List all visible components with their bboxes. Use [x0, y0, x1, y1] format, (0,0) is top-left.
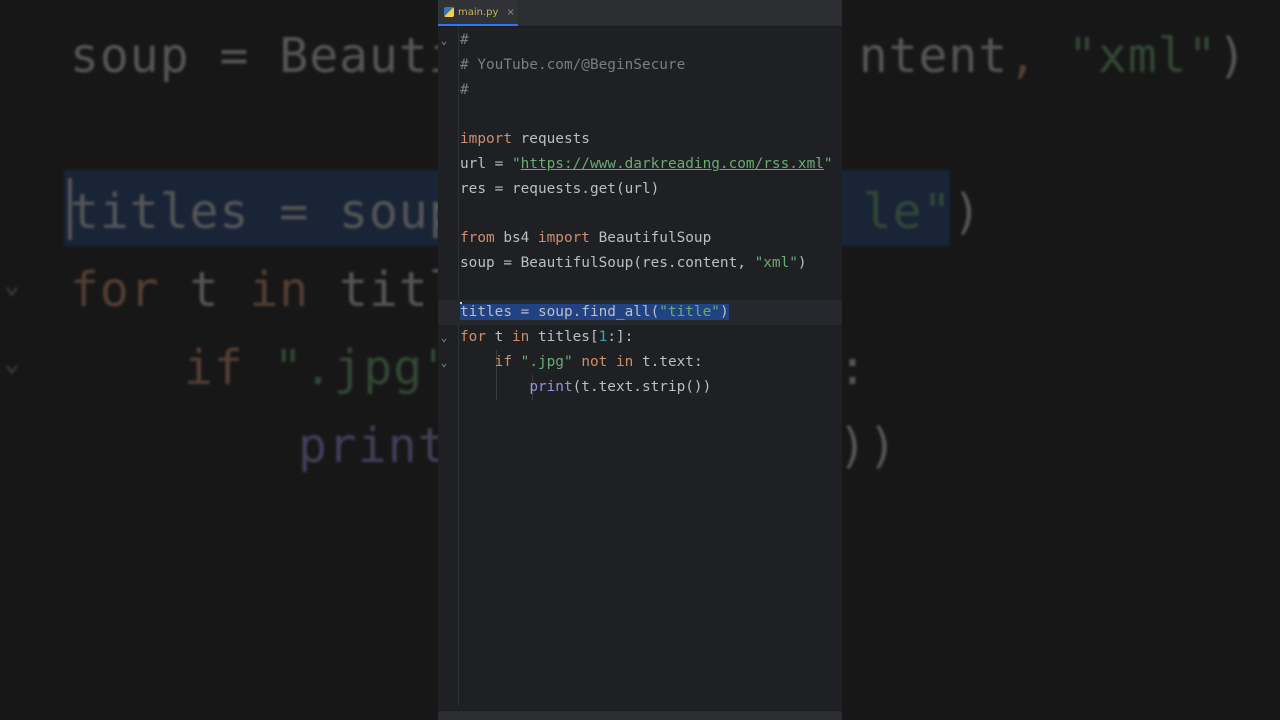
tab-label: main.py: [458, 6, 499, 18]
code-line-3: #: [460, 82, 469, 98]
ide-window: main.py × ⌄ # # YouTube.com/@BeginSecure…: [438, 0, 842, 720]
code-line-if: if ".jpg" not in t.text:: [494, 354, 703, 370]
code-line-url: url = "https://www.darkreading.com/rss.x…: [460, 156, 833, 172]
gutter-divider: [458, 26, 459, 706]
background-line-print-paren: )): [838, 418, 898, 474]
status-bar: [438, 710, 842, 720]
fold-icon[interactable]: ⌄: [438, 28, 450, 53]
background-line-print: print: [298, 418, 448, 474]
code-line-2: # YouTube.com/@BeginSecure: [460, 57, 686, 73]
tab-main-py[interactable]: main.py ×: [438, 0, 518, 26]
code-line-for: for t in titles[1:]:: [460, 329, 634, 345]
fold-icon[interactable]: ⌄: [438, 350, 450, 375]
selected-text: titles = soup.find_all("title"): [460, 304, 729, 320]
code-line-res: res = requests.get(url): [460, 181, 660, 197]
code-line-1: #: [460, 32, 469, 48]
code-line-print: print(t.text.strip()): [529, 379, 712, 395]
code-line-from-bs4: from bs4 import BeautifulSoup: [460, 230, 712, 246]
background-line-if-colon: :: [838, 340, 868, 396]
background-line-for: for t in titl: [70, 262, 459, 318]
background-line-if: if ".jpg": [184, 340, 454, 396]
url-link[interactable]: https://www.darkreading.com/rss.xml: [521, 156, 824, 172]
code-line-soup: soup = BeautifulSoup(res.content, "xml"): [460, 255, 807, 271]
close-icon[interactable]: ×: [506, 7, 514, 18]
fold-icon[interactable]: ⌄: [438, 325, 450, 350]
background-fold-icon: ⌄: [4, 348, 20, 378]
code-line-import-requests: import requests: [460, 131, 590, 147]
code-editor[interactable]: ⌄ # # YouTube.com/@BeginSecure # import …: [438, 26, 842, 710]
background-fold-icon: ⌄: [4, 270, 20, 300]
code-line-titles: titles = soup.find_all("title"): [460, 300, 729, 325]
python-file-icon: [444, 7, 454, 17]
editor-tab-bar: main.py ×: [438, 0, 842, 27]
